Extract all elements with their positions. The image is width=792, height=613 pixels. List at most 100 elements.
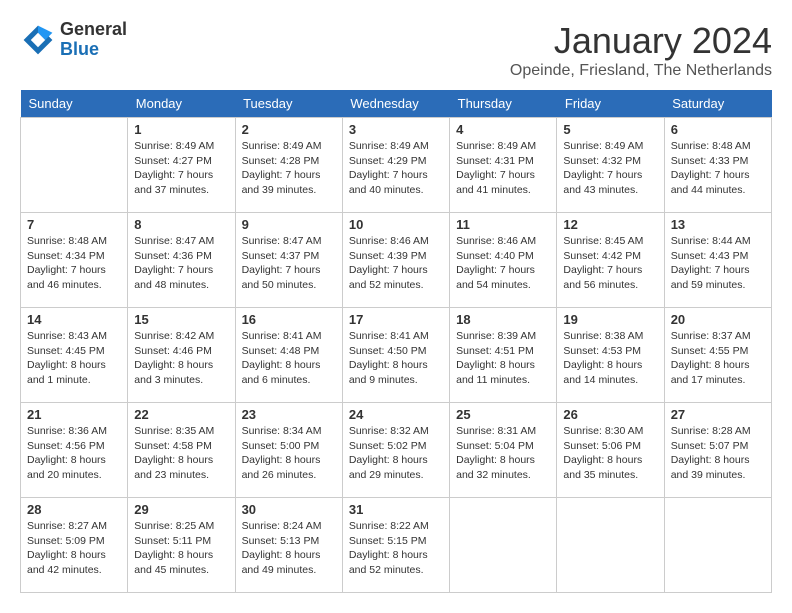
- day-info: Sunrise: 8:25 AMSunset: 5:11 PMDaylight:…: [134, 519, 228, 578]
- day-cell: 4Sunrise: 8:49 AMSunset: 4:31 PMDaylight…: [450, 118, 557, 213]
- day-number: 21: [27, 407, 121, 422]
- day-info: Sunrise: 8:49 AMSunset: 4:32 PMDaylight:…: [563, 139, 657, 198]
- day-number: 17: [349, 312, 443, 327]
- day-number: 8: [134, 217, 228, 232]
- day-number: 7: [27, 217, 121, 232]
- page-header: General Blue January 2024 Opeinde, Fries…: [20, 20, 772, 80]
- day-cell: 12Sunrise: 8:45 AMSunset: 4:42 PMDayligh…: [557, 213, 664, 308]
- day-number: 30: [242, 502, 336, 517]
- day-cell: 15Sunrise: 8:42 AMSunset: 4:46 PMDayligh…: [128, 308, 235, 403]
- week-row: 7 Sunrise: 8:48 AMSunset: 4:34 PMDaylight…: [21, 213, 772, 308]
- day-cell: 2Sunrise: 8:49 AMSunset: 4:28 PMDaylight…: [235, 118, 342, 213]
- weekday-header: Saturday: [664, 90, 771, 118]
- day-cell: 29Sunrise: 8:25 AMSunset: 5:11 PMDayligh…: [128, 498, 235, 593]
- day-number: 26: [563, 407, 657, 422]
- day-number: 4: [456, 122, 550, 137]
- day-info: Sunrise: 8:27 AMSunset: 5:09 PMDaylight:…: [27, 519, 121, 578]
- day-cell: 20 Sunrise: 8:37 AMSunset: 4:55 PMDayligh…: [664, 308, 771, 403]
- day-number: 5: [563, 122, 657, 137]
- day-cell: 11 Sunrise: 8:46 AMSunset: 4:40 PMDayligh…: [450, 213, 557, 308]
- day-number: 2: [242, 122, 336, 137]
- calendar-table: SundayMondayTuesdayWednesdayThursdayFrid…: [20, 90, 772, 593]
- logo-icon: [20, 22, 56, 58]
- weekday-header: Wednesday: [342, 90, 449, 118]
- day-cell: [664, 498, 771, 593]
- day-number: 15: [134, 312, 228, 327]
- day-cell: 6 Sunrise: 8:48 AMSunset: 4:33 PMDaylight…: [664, 118, 771, 213]
- day-info: Sunrise: 8:44 AMSunset: 4:43 PMDaylight:…: [671, 234, 765, 293]
- day-number: 9: [242, 217, 336, 232]
- day-cell: 1 Sunrise: 8:49 AMSunset: 4:27 PMDaylight…: [128, 118, 235, 213]
- weekday-header: Friday: [557, 90, 664, 118]
- day-info: Sunrise: 8:49 AMSunset: 4:27 PMDaylight:…: [134, 139, 228, 198]
- day-info: Sunrise: 8:48 AMSunset: 4:33 PMDaylight:…: [671, 139, 765, 198]
- day-number: 22: [134, 407, 228, 422]
- day-number: 24: [349, 407, 443, 422]
- logo-general-text: General: [60, 19, 127, 39]
- title-section: January 2024 Opeinde, Friesland, The Net…: [510, 20, 772, 80]
- day-number: 16: [242, 312, 336, 327]
- day-cell: 16 Sunrise: 8:41 AMSunset: 4:48 PMDayligh…: [235, 308, 342, 403]
- day-cell: 21 Sunrise: 8:36 AMSunset: 4:56 PMDayligh…: [21, 403, 128, 498]
- day-cell: [557, 498, 664, 593]
- day-info: Sunrise: 8:43 AMSunset: 4:45 PMDaylight:…: [27, 329, 121, 388]
- day-info: Sunrise: 8:41 AMSunset: 4:48 PMDaylight:…: [242, 329, 336, 388]
- location: Opeinde, Friesland, The Netherlands: [510, 62, 772, 80]
- weekday-header-row: SundayMondayTuesdayWednesdayThursdayFrid…: [21, 90, 772, 118]
- day-info: Sunrise: 8:37 AMSunset: 4:55 PMDaylight:…: [671, 329, 765, 388]
- day-cell: 9 Sunrise: 8:47 AMSunset: 4:37 PMDaylight…: [235, 213, 342, 308]
- day-info: Sunrise: 8:34 AMSunset: 5:00 PMDaylight:…: [242, 424, 336, 483]
- logo: General Blue: [20, 20, 127, 60]
- day-cell: 26 Sunrise: 8:30 AMSunset: 5:06 PMDayligh…: [557, 403, 664, 498]
- day-info: Sunrise: 8:31 AMSunset: 5:04 PMDaylight:…: [456, 424, 550, 483]
- day-cell: 13 Sunrise: 8:44 AMSunset: 4:43 PMDayligh…: [664, 213, 771, 308]
- day-number: 11: [456, 217, 550, 232]
- day-cell: 19Sunrise: 8:38 AMSunset: 4:53 PMDayligh…: [557, 308, 664, 403]
- day-number: 19: [563, 312, 657, 327]
- day-number: 20: [671, 312, 765, 327]
- day-cell: 10Sunrise: 8:46 AMSunset: 4:39 PMDayligh…: [342, 213, 449, 308]
- day-info: Sunrise: 8:30 AMSunset: 5:06 PMDaylight:…: [563, 424, 657, 483]
- day-cell: 31Sunrise: 8:22 AMSunset: 5:15 PMDayligh…: [342, 498, 449, 593]
- day-info: Sunrise: 8:47 AMSunset: 4:36 PMDaylight:…: [134, 234, 228, 293]
- day-cell: 27Sunrise: 8:28 AMSunset: 5:07 PMDayligh…: [664, 403, 771, 498]
- day-cell: 23Sunrise: 8:34 AMSunset: 5:00 PMDayligh…: [235, 403, 342, 498]
- day-number: 3: [349, 122, 443, 137]
- day-number: 18: [456, 312, 550, 327]
- day-info: Sunrise: 8:46 AMSunset: 4:39 PMDaylight:…: [349, 234, 443, 293]
- day-info: Sunrise: 8:22 AMSunset: 5:15 PMDaylight:…: [349, 519, 443, 578]
- day-cell: 25 Sunrise: 8:31 AMSunset: 5:04 PMDayligh…: [450, 403, 557, 498]
- day-info: Sunrise: 8:41 AMSunset: 4:50 PMDaylight:…: [349, 329, 443, 388]
- day-number: 12: [563, 217, 657, 232]
- day-cell: 30 Sunrise: 8:24 AMSunset: 5:13 PMDayligh…: [235, 498, 342, 593]
- day-info: Sunrise: 8:46 AMSunset: 4:40 PMDaylight:…: [456, 234, 550, 293]
- day-number: 27: [671, 407, 765, 422]
- weekday-header: Sunday: [21, 90, 128, 118]
- day-info: Sunrise: 8:49 AMSunset: 4:29 PMDaylight:…: [349, 139, 443, 198]
- day-cell: 24Sunrise: 8:32 AMSunset: 5:02 PMDayligh…: [342, 403, 449, 498]
- day-info: Sunrise: 8:35 AMSunset: 4:58 PMDaylight:…: [134, 424, 228, 483]
- weekday-header: Thursday: [450, 90, 557, 118]
- week-row: 1 Sunrise: 8:49 AMSunset: 4:27 PMDaylight…: [21, 118, 772, 213]
- day-cell: 7 Sunrise: 8:48 AMSunset: 4:34 PMDaylight…: [21, 213, 128, 308]
- day-number: 13: [671, 217, 765, 232]
- week-row: 14 Sunrise: 8:43 AMSunset: 4:45 PMDayligh…: [21, 308, 772, 403]
- day-number: 6: [671, 122, 765, 137]
- day-number: 14: [27, 312, 121, 327]
- day-info: Sunrise: 8:24 AMSunset: 5:13 PMDaylight:…: [242, 519, 336, 578]
- day-cell: 22 Sunrise: 8:35 AMSunset: 4:58 PMDayligh…: [128, 403, 235, 498]
- day-number: 1: [134, 122, 228, 137]
- day-cell: 8 Sunrise: 8:47 AMSunset: 4:36 PMDaylight…: [128, 213, 235, 308]
- week-row: 28 Sunrise: 8:27 AMSunset: 5:09 PMDayligh…: [21, 498, 772, 593]
- month-title: January 2024: [510, 20, 772, 62]
- weekday-header: Tuesday: [235, 90, 342, 118]
- day-info: Sunrise: 8:39 AMSunset: 4:51 PMDaylight:…: [456, 329, 550, 388]
- day-info: Sunrise: 8:48 AMSunset: 4:34 PMDaylight:…: [27, 234, 121, 293]
- day-cell: 3 Sunrise: 8:49 AMSunset: 4:29 PMDaylight…: [342, 118, 449, 213]
- day-info: Sunrise: 8:47 AMSunset: 4:37 PMDaylight:…: [242, 234, 336, 293]
- day-info: Sunrise: 8:36 AMSunset: 4:56 PMDaylight:…: [27, 424, 121, 483]
- logo-blue-text: Blue: [60, 39, 99, 59]
- day-number: 25: [456, 407, 550, 422]
- day-number: 28: [27, 502, 121, 517]
- day-cell: 18 Sunrise: 8:39 AMSunset: 4:51 PMDayligh…: [450, 308, 557, 403]
